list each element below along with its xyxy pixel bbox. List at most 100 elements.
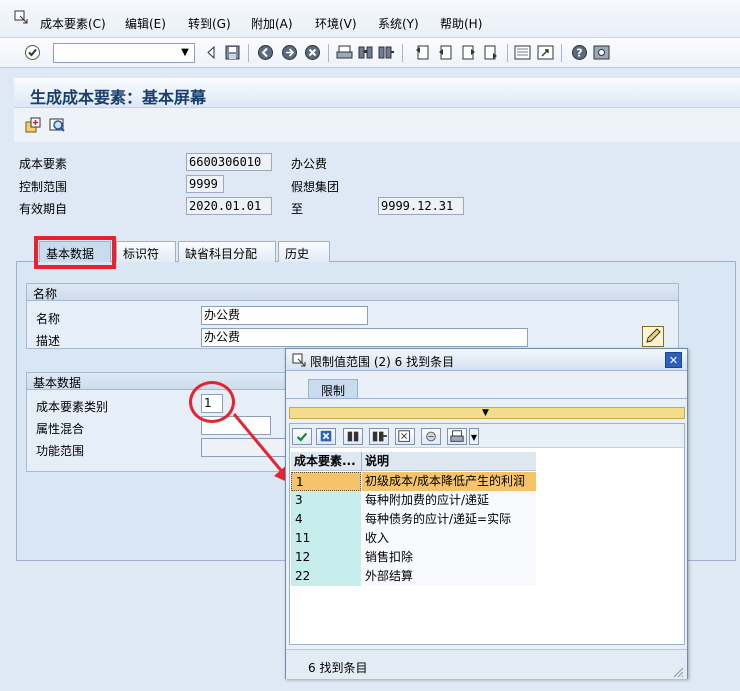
tab-indicators[interactable]: 标识符 xyxy=(116,241,176,262)
svg-text:?: ? xyxy=(576,47,582,60)
tab-highlight-box xyxy=(34,236,116,269)
list-item[interactable]: 12 销售扣除 xyxy=(290,548,550,567)
value-help-dialog: 限制值范围 (2) 6 找到条目 ✕ 限制 ▼ ▼ 成本要素... 说明 1 初… xyxy=(285,348,688,679)
print-icon[interactable] xyxy=(447,428,467,445)
help-icon[interactable]: ? xyxy=(571,44,588,61)
status-text: 6 找到条目 xyxy=(308,661,368,675)
next-page-icon[interactable] xyxy=(460,44,477,61)
shortcut-icon[interactable] xyxy=(537,44,554,61)
tab-label: 标识符 xyxy=(123,247,160,261)
toolbar-separator xyxy=(402,44,403,62)
find-next-icon[interactable] xyxy=(378,44,395,61)
collapse-command-icon[interactable] xyxy=(203,44,220,61)
save-icon[interactable] xyxy=(224,44,241,61)
list-item[interactable]: 3 每种附加费的应计/递延 xyxy=(290,491,550,510)
toolbar-separator xyxy=(328,44,329,62)
tab-label: 限制 xyxy=(321,384,346,398)
collapse-restrictions-bar[interactable]: ▼ xyxy=(289,407,685,419)
application-toolbar xyxy=(14,108,740,142)
menu-cost-element[interactable]: 成本要素(C) xyxy=(40,15,106,32)
find-icon[interactable] xyxy=(343,428,363,445)
command-field[interactable]: ▼ xyxy=(53,43,195,63)
find-icon[interactable] xyxy=(357,44,374,61)
cost-element-category-label: 成本要素类别 xyxy=(36,400,109,414)
description-field[interactable]: 办公费 xyxy=(201,328,528,347)
chevron-down-icon[interactable]: ▼ xyxy=(469,428,479,445)
valid-from-label: 有效期自 xyxy=(19,202,68,216)
hit-list-area: ▼ 成本要素... 说明 1 初级成本/成本降低产生的利润 3 每种附加费的应计… xyxy=(289,423,685,645)
row-description: 收入 xyxy=(362,529,536,548)
page-title: 生成成本要素：基本屏幕 xyxy=(30,88,207,107)
menu-edit[interactable]: 编辑(E) xyxy=(125,15,166,32)
row-key: 3 xyxy=(291,491,361,510)
filter-icon[interactable] xyxy=(421,428,441,445)
dialog-title-bar: 限制值范围 (2) 6 找到条目 ✕ xyxy=(286,349,687,371)
toolbar-separator xyxy=(248,44,249,62)
list-item[interactable]: 4 每种债务的应计/递延=实际 xyxy=(290,510,550,529)
prev-page-icon[interactable] xyxy=(437,44,454,61)
cancel-icon[interactable] xyxy=(304,44,321,61)
print-icon[interactable] xyxy=(336,44,353,61)
new-session-icon[interactable] xyxy=(514,44,531,61)
row-description: 每种附加费的应计/递延 xyxy=(362,491,536,510)
edit-text-icon[interactable] xyxy=(642,326,664,347)
list-item[interactable]: 11 收入 xyxy=(290,529,550,548)
menu-environment[interactable]: 环境(V) xyxy=(315,15,357,32)
command-dropdown-icon[interactable]: ▼ xyxy=(179,47,191,59)
cost-element-field[interactable]: 6600306010 xyxy=(186,153,272,171)
controlling-area-field[interactable]: 9999 xyxy=(186,175,224,193)
row-description: 销售扣除 xyxy=(362,548,536,567)
controlling-area-label: 控制范围 xyxy=(19,180,68,194)
names-group-title: 名称 xyxy=(27,284,678,301)
valid-to-label: 至 xyxy=(291,202,304,216)
name-field[interactable]: 办公费 xyxy=(201,306,368,325)
sort-icon[interactable] xyxy=(395,428,415,445)
find-next-icon[interactable] xyxy=(369,428,389,445)
last-page-icon[interactable] xyxy=(482,44,499,61)
list-item[interactable]: 1 初级成本/成本降低产生的利润 xyxy=(290,472,550,491)
dialog-tab-line xyxy=(286,398,687,399)
tab-label: 历史 xyxy=(285,247,310,261)
column-header-description[interactable]: 说明 xyxy=(362,452,536,471)
menu-extras[interactable]: 附加(A) xyxy=(251,15,293,32)
functional-area-label: 功能范围 xyxy=(36,444,85,458)
menu-help[interactable]: 帮助(H) xyxy=(440,15,482,32)
tab-history[interactable]: 历史 xyxy=(278,241,330,262)
hit-list-toolbar: ▼ xyxy=(290,424,684,448)
cost-element-text: 办公费 xyxy=(291,157,328,171)
toolbar-separator xyxy=(507,44,508,62)
menu-system[interactable]: 系统(Y) xyxy=(378,15,419,32)
controlling-area-text: 假想集团 xyxy=(291,180,340,194)
column-header-key[interactable]: 成本要素... xyxy=(291,452,361,471)
description-label: 描述 xyxy=(36,334,61,348)
standard-toolbar: ▼ ? xyxy=(0,38,740,68)
row-key: 12 xyxy=(291,548,361,567)
confirm-icon[interactable] xyxy=(292,428,312,445)
row-description: 初级成本/成本降低产生的利润 xyxy=(362,472,536,491)
window-menu-icon[interactable] xyxy=(14,10,28,24)
display-icon[interactable] xyxy=(49,117,65,133)
customize-icon[interactable] xyxy=(593,44,610,61)
first-page-icon[interactable] xyxy=(414,44,431,61)
dialog-title: 限制值范围 (2) 6 找到条目 xyxy=(310,355,455,369)
valid-from-field[interactable]: 2020.01.01 xyxy=(186,197,272,215)
row-key: 22 xyxy=(291,567,361,586)
enter-icon[interactable] xyxy=(24,44,41,61)
menu-goto[interactable]: 转到(G) xyxy=(188,15,231,32)
cancel-icon[interactable] xyxy=(316,428,336,445)
back-icon[interactable] xyxy=(257,44,274,61)
tab-default-account-assignment[interactable]: 缺省科目分配 xyxy=(178,241,276,262)
create-icon[interactable] xyxy=(25,117,41,133)
row-key: 1 xyxy=(291,472,361,491)
name-label: 名称 xyxy=(36,312,61,326)
toolbar-separator xyxy=(561,44,562,62)
tab-restrictions[interactable]: 限制 xyxy=(308,379,359,399)
list-item[interactable]: 22 外部结算 xyxy=(290,567,550,586)
close-icon[interactable]: ✕ xyxy=(665,352,682,368)
chevron-down-icon: ▼ xyxy=(482,408,489,418)
dialog-menu-icon[interactable] xyxy=(292,353,306,367)
title-bar: 生成成本要素：基本屏幕 xyxy=(14,78,740,108)
exit-icon[interactable] xyxy=(281,44,298,61)
resize-grip-icon[interactable] xyxy=(672,666,684,678)
valid-to-field[interactable]: 9999.12.31 xyxy=(378,197,464,215)
